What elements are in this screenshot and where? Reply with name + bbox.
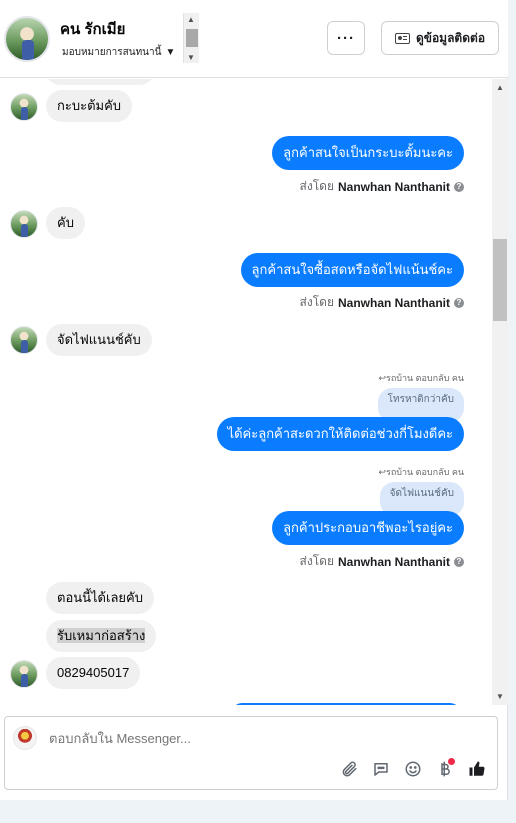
- incoming-message[interactable]: รับเหมาก่อสร้าง: [46, 620, 157, 652]
- scrollbar-thumb[interactable]: [493, 239, 507, 321]
- incoming-message[interactable]: 0829405017: [46, 657, 141, 689]
- outgoing-message[interactable]: ลูกค้าสนใจซื้อสดหรือจัดไฟแน้นช์คะ: [240, 253, 464, 287]
- reply-composer: [4, 716, 498, 790]
- outgoing-message[interactable]: ลูกค้าประกอบอาชีพอะไรอยู่คะ: [272, 511, 464, 545]
- sender-avatar[interactable]: [10, 210, 38, 238]
- notification-dot: [448, 758, 455, 765]
- outgoing-message[interactable]: ลูกค้าสนใจเป็นกระบะตั้มนะคะ: [272, 136, 464, 170]
- assign-conversation-dropdown[interactable]: มอบหมายการสนทนานี้ ▼: [62, 45, 175, 60]
- outgoing-message-partial: [232, 703, 460, 705]
- sender-name: Nanwhan Nanthanit: [337, 554, 450, 569]
- scroll-up-icon[interactable]: ▲: [496, 83, 504, 92]
- chat-bubble-icon[interactable]: [371, 759, 391, 779]
- view-contact-info-button[interactable]: ดูข้อมูลติดต่อ: [381, 21, 499, 55]
- sender-avatar[interactable]: [10, 93, 38, 121]
- incoming-message[interactable]: จัดไฟแนนช์คับ: [46, 324, 152, 356]
- contact-card-icon: [394, 32, 410, 44]
- sent-by-prefix: ส่งโดย: [299, 179, 334, 193]
- assign-scrollbar[interactable]: ▲ ▼: [183, 13, 199, 63]
- scroll-down-icon[interactable]: ▼: [496, 692, 504, 701]
- contact-name[interactable]: คน รักเมีย: [60, 17, 125, 41]
- scroll-down-icon[interactable]: ▼: [187, 53, 195, 62]
- message-bubble-partial: [46, 79, 154, 85]
- incoming-message[interactable]: ตอนนี้ได้เลยคับ: [46, 582, 154, 614]
- sent-by-label: ส่งโดย Nanwhan Nanthanit ?: [300, 293, 464, 312]
- info-icon[interactable]: ?: [454, 297, 464, 308]
- assign-label: มอบหมายการสนทนานี้: [62, 47, 162, 58]
- caret-down-icon: ▼: [165, 47, 176, 58]
- outgoing-message[interactable]: ได้ค่ะลูกค้าสะดวกให้ติดต่อช่วงกี่โมงดีคะ: [216, 417, 464, 451]
- info-icon[interactable]: ?: [454, 556, 464, 567]
- info-icon[interactable]: ?: [454, 181, 464, 192]
- page-avatar: [13, 726, 37, 750]
- sent-by-label: ส่งโดย Nanwhan Nanthanit ?: [300, 177, 464, 196]
- reply-indicator: ↩รถบ้าน ตอบกลับ คน: [378, 373, 464, 383]
- message-scrollbar[interactable]: ▲ ▼: [492, 79, 508, 705]
- scrollbar-thumb[interactable]: [186, 29, 198, 47]
- message-list[interactable]: กะบะต้มคับ ลูกค้าสนใจเป็นกระบะตั้มนะคะ ส…: [0, 79, 492, 705]
- sender-avatar[interactable]: [10, 326, 38, 354]
- scroll-up-icon[interactable]: ▲: [187, 15, 195, 24]
- paperclip-icon[interactable]: [339, 759, 359, 779]
- sent-by-prefix: ส่งโดย: [299, 554, 334, 568]
- sent-by-label: ส่งโดย Nanwhan Nanthanit ?: [300, 552, 464, 571]
- emoji-icon[interactable]: [403, 759, 423, 779]
- contact-avatar[interactable]: [4, 16, 50, 62]
- baht-icon[interactable]: [435, 758, 455, 779]
- sender-name: Nanwhan Nanthanit: [337, 295, 450, 310]
- selected-text: รับเหมาก่อสร้าง: [57, 628, 146, 643]
- sent-by-prefix: ส่งโดย: [299, 295, 334, 309]
- incoming-message[interactable]: กะบะต้มคับ: [46, 90, 133, 122]
- more-options-button[interactable]: ···: [327, 21, 365, 55]
- reply-input[interactable]: [49, 731, 349, 746]
- view-contact-info-label: ดูข้อมูลติดต่อ: [415, 30, 486, 45]
- conversation-panel: คน รักเมีย มอบหมายการสนทนานี้ ▼ ▲ ▼ ··· …: [0, 0, 508, 800]
- sender-name: Nanwhan Nanthanit: [337, 179, 450, 194]
- reply-indicator: ↩รถบ้าน ตอบกลับ คน: [378, 467, 464, 477]
- sender-avatar[interactable]: [10, 660, 38, 688]
- conversation-header: คน รักเมีย มอบหมายการสนทนานี้ ▼ ▲ ▼ ··· …: [0, 0, 508, 78]
- incoming-message[interactable]: คับ: [46, 207, 85, 239]
- composer-toolbar: [339, 758, 487, 779]
- thumbs-up-icon[interactable]: [467, 759, 487, 779]
